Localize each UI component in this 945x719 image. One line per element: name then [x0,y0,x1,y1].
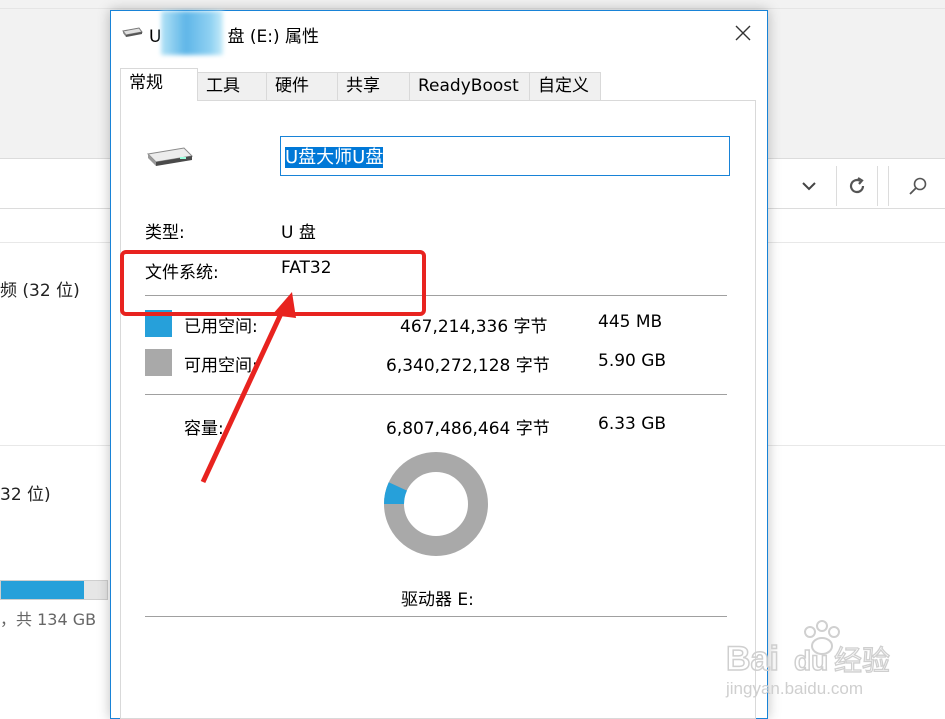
free-space-swatch [145,349,172,376]
usage-donut-chart [384,452,488,556]
close-icon [735,25,751,41]
type-label: 类型: [145,223,185,243]
redacted-blur [161,11,223,55]
free-space-size: 5.90 GB [598,351,667,371]
free-space-label: 可用空间: [184,356,258,376]
capacity-bytes: 6,807,486,464 字节 [386,419,550,439]
tab-hardware[interactable]: 硬件 [266,72,338,100]
tab-sharing[interactable]: 共享 [337,72,410,100]
list-item[interactable]: 频 (32 位) [0,276,80,301]
drive-letter-label: 驱动器 E: [401,590,474,610]
drive-free-space-text: ，共 134 GB [0,610,97,629]
address-history-dropdown[interactable] [790,166,828,206]
refresh-icon [849,177,865,194]
divider [145,394,727,395]
chevron-down-icon [802,182,816,191]
usb-drive-icon [146,147,194,166]
drive-name-input[interactable]: U盘大师U盘 [280,136,730,176]
donut-free-segment [384,452,488,556]
drive-usage-bar-fill [1,581,84,599]
svg-text:Bai: Bai [726,640,779,678]
drive-name-value: U盘大师U盘 [285,147,384,168]
search-icon [908,177,926,195]
tab-general[interactable]: 常规 [120,68,198,101]
tab-readyboost[interactable]: ReadyBoost [409,72,530,100]
donut-used-segment [384,482,408,505]
list-item[interactable]: 32 位) [0,480,51,505]
dialog-titlebar[interactable]: U盘 (E:) 属性 [111,11,767,55]
refresh-button[interactable] [836,166,878,206]
type-value: U 盘 [281,223,316,243]
svg-text:经验: 经验 [834,644,890,677]
general-tab-panel [120,100,756,719]
annotation-highlight-box [120,250,426,316]
usb-drive-icon [122,27,143,37]
free-space-bytes: 6,340,272,128 字节 [386,356,550,376]
capacity-label: 容量: [184,419,224,439]
svg-text:jingyan.baidu.com: jingyan.baidu.com [725,679,863,698]
tab-customize[interactable]: 自定义 [529,72,601,100]
divider [145,616,727,617]
baidu-jingyan-watermark-logo: Bai du 经验 jingyan.baidu.com [725,620,891,698]
tab-tools[interactable]: 工具 [197,72,267,100]
used-space-size: 445 MB [598,312,663,332]
close-button[interactable] [723,17,763,49]
svg-text:du: du [794,645,828,676]
explorer-divider [0,8,945,9]
drive-usage-bar [0,580,108,600]
search-box[interactable] [888,166,945,206]
capacity-size: 6.33 GB [598,414,667,434]
used-space-bytes: 467,214,336 字节 [400,317,548,337]
